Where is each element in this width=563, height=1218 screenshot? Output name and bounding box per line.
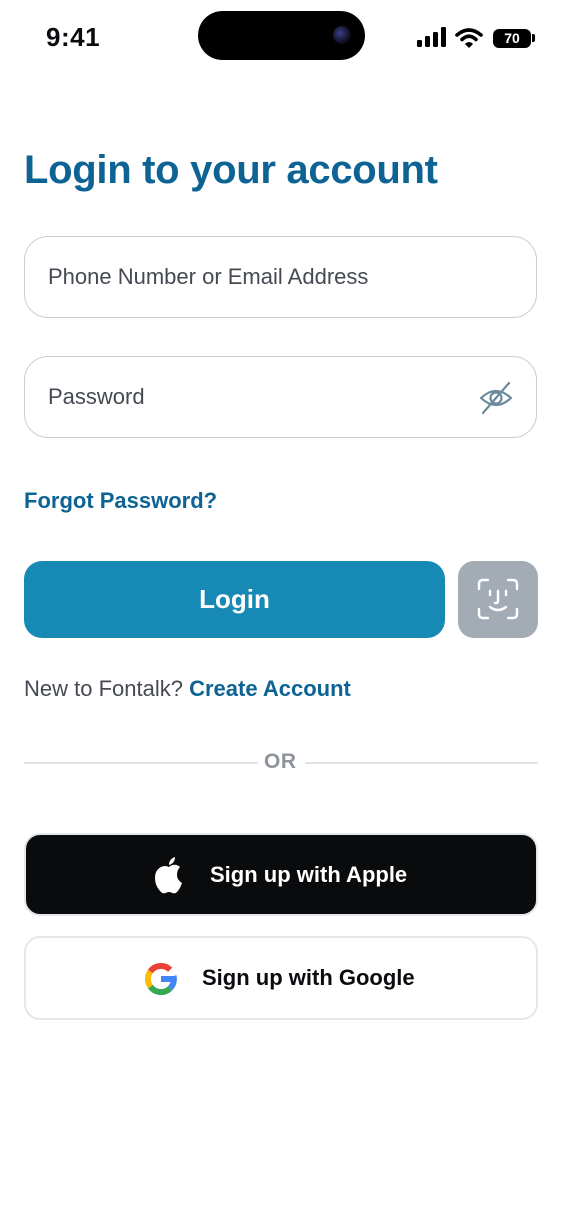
divider-line-left	[24, 762, 258, 764]
battery-icon: 70	[493, 29, 531, 48]
apple-logo-icon	[155, 857, 182, 894]
password-input[interactable]	[48, 357, 478, 436]
divider-line-right	[305, 762, 538, 764]
status-time: 9:41	[46, 22, 101, 52]
apple-signup-label: Sign up with Apple	[210, 861, 408, 887]
wifi-icon	[455, 28, 483, 48]
face-id-button[interactable]	[458, 561, 538, 638]
google-signup-button[interactable]: Sign up with Google	[24, 936, 538, 1020]
front-camera	[333, 26, 351, 44]
dynamic-island	[198, 11, 365, 60]
signup-prompt: New to Fontalk? Create Account	[24, 676, 351, 702]
password-field[interactable]	[24, 356, 537, 438]
identifier-input[interactable]	[48, 237, 478, 316]
login-button[interactable]: Login	[24, 561, 445, 638]
create-account-link[interactable]: Create Account	[189, 676, 351, 701]
apple-signup-button[interactable]: Sign up with Apple	[24, 833, 538, 916]
face-id-icon	[477, 578, 519, 620]
google-logo-icon	[144, 963, 177, 995]
google-signup-label: Sign up with Google	[202, 965, 415, 990]
forgot-password-link[interactable]: Forgot Password?	[24, 488, 217, 514]
identifier-field[interactable]	[24, 236, 537, 318]
divider-label: OR	[264, 750, 297, 773]
battery-tip	[532, 34, 535, 42]
signup-prompt-text: New to Fontalk?	[24, 676, 183, 701]
cellular-signal-icon	[417, 27, 446, 47]
eye-off-icon[interactable]	[478, 380, 514, 416]
page-title: Login to your account	[24, 148, 438, 192]
status-bar: 9:41 70	[0, 0, 563, 80]
